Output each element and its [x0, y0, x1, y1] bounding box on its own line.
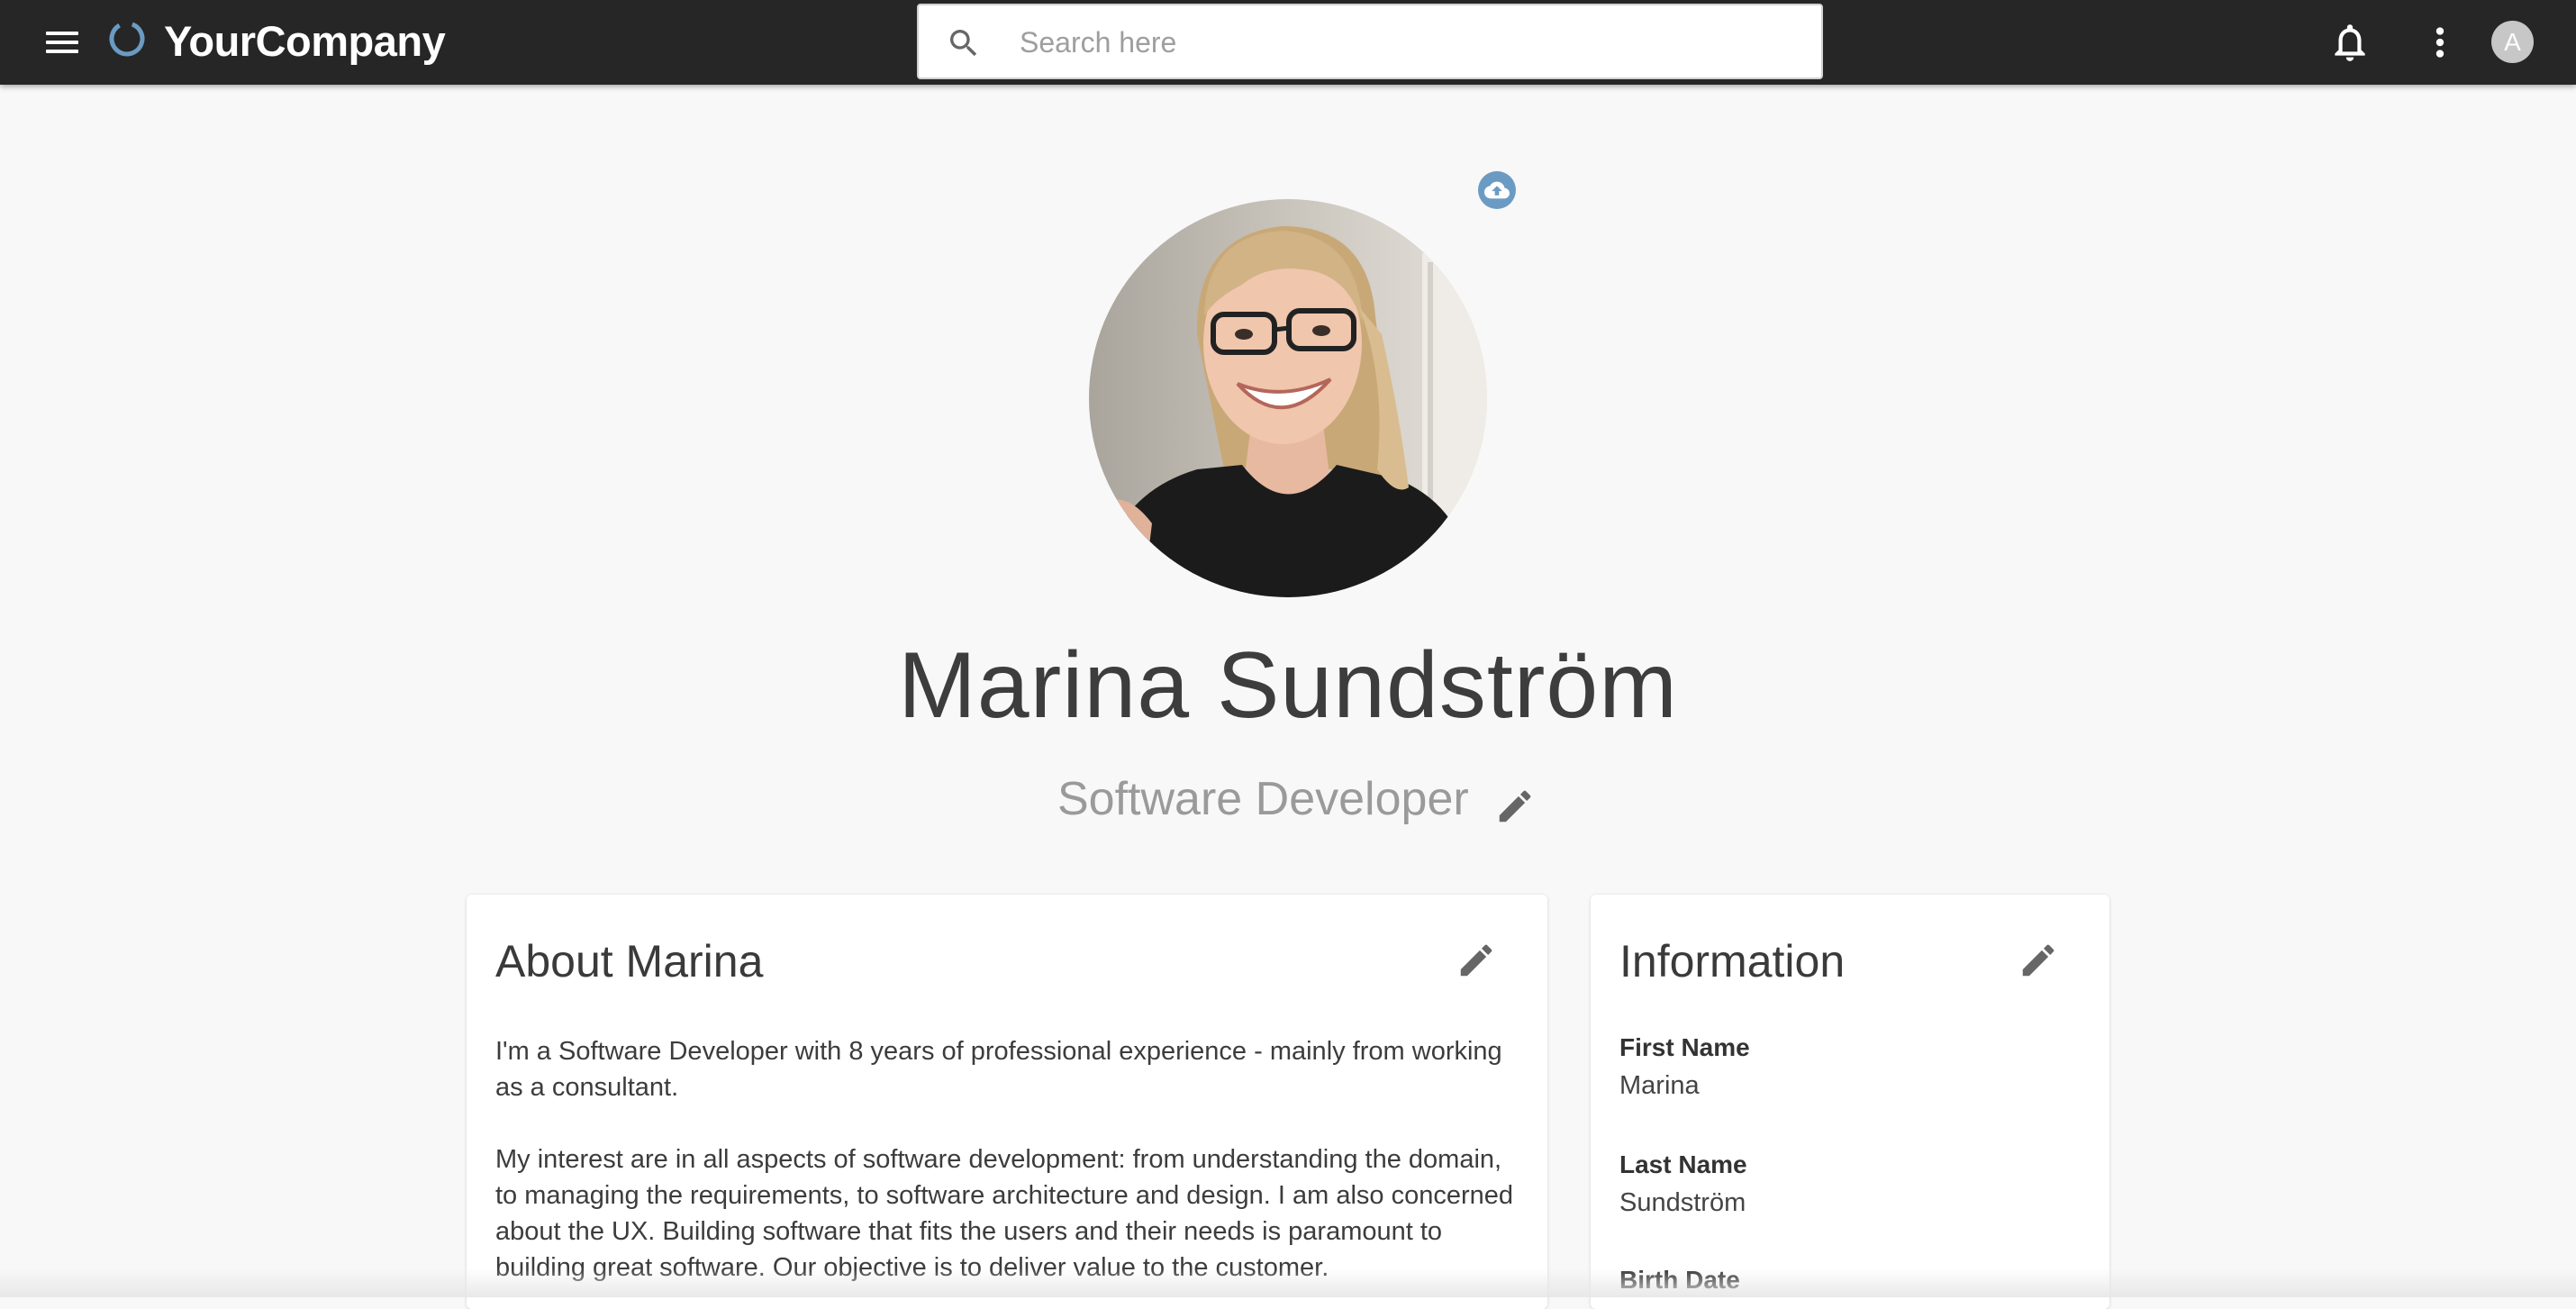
search-bar: [917, 4, 1823, 79]
about-card: About Marina I'm a Software Developer wi…: [467, 895, 1547, 1309]
profile-name: Marina Sundström: [898, 633, 1678, 738]
job-title-row: Software Developer: [1057, 768, 1536, 831]
information-card: Information First Name Marina Last Name …: [1591, 895, 2109, 1309]
about-paragraph: I'm a Software Developer with 8 years of…: [495, 1037, 1502, 1102]
about-text: I'm a Software Developer with 8 years of…: [495, 1033, 1522, 1286]
information-title: Information: [1619, 936, 1846, 986]
edit-job-title-icon[interactable]: [1494, 786, 1536, 827]
menu-icon[interactable]: [40, 23, 85, 62]
user-avatar[interactable]: A: [2491, 21, 2534, 63]
last-name-field: Last Name Sundström: [1619, 1149, 1747, 1221]
field-value: Marina: [1619, 1071, 1700, 1100]
first-name-field: First Name Marina: [1619, 1032, 1750, 1104]
about-paragraph: My interest are in all aspects of softwa…: [495, 1145, 1514, 1282]
job-title: Software Developer: [1057, 773, 1469, 825]
field-value: Sundström: [1619, 1188, 1746, 1217]
top-app-bar: YourCompany A: [0, 0, 2576, 85]
edit-information-icon[interactable]: [2018, 940, 2059, 981]
field-label: Birth Date: [1619, 1266, 1740, 1294]
brand-name[interactable]: YourCompany: [164, 13, 446, 70]
about-title: About Marina: [495, 936, 764, 986]
profile-photo: [1089, 199, 1487, 597]
logo-icon: [109, 21, 145, 57]
more-vert-icon[interactable]: [2417, 20, 2463, 65]
field-label: First Name: [1619, 1033, 1750, 1061]
field-label: Last Name: [1619, 1150, 1747, 1178]
edit-about-icon[interactable]: [1456, 940, 1497, 981]
cloud-upload-icon[interactable]: [1478, 171, 1516, 209]
search-icon: [950, 30, 977, 57]
search-input[interactable]: [1020, 18, 1794, 67]
birth-date-field: Birth Date: [1619, 1264, 1740, 1296]
bell-icon[interactable]: [2327, 20, 2372, 65]
